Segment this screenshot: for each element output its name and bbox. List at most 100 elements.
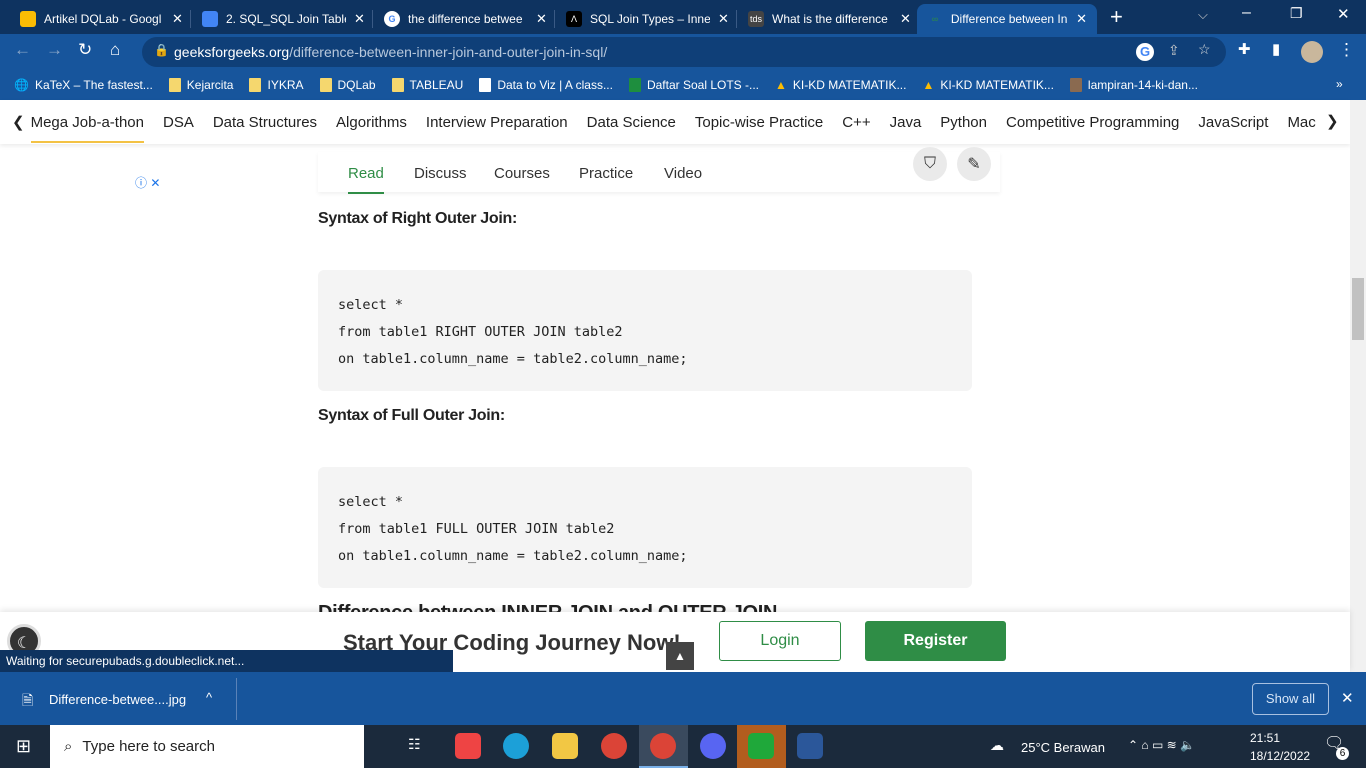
weather-icon: ☁ (990, 737, 1004, 753)
weather-text[interactable]: 25°C Berawan (1021, 740, 1105, 755)
side-panel-icon[interactable]: ▮ (1272, 40, 1280, 58)
nav-item[interactable]: Algorithms (336, 114, 407, 131)
bookmark-folder[interactable]: DQLab (319, 78, 376, 92)
bookmark[interactable]: Data to Viz | A class... (479, 78, 613, 92)
edge-icon[interactable] (503, 733, 529, 759)
bookmark[interactable]: Daftar Soal LOTS -... (628, 78, 759, 92)
tab-video[interactable]: Video (664, 165, 702, 182)
tray-icons[interactable]: ⌃ ⌂ ▭ ≋ 🔈 (1128, 738, 1195, 752)
sheets-icon (628, 78, 641, 92)
windows-start-icon[interactable]: ⊞ (16, 736, 31, 757)
tab[interactable]: Artikel DQLab - Googl ✕ (10, 4, 193, 34)
reload-icon[interactable]: ↻ (78, 40, 92, 60)
taskbar-search[interactable]: ⌕ Type here to search (50, 725, 364, 768)
tab-active[interactable]: ∞ Difference between In ✕ (917, 4, 1097, 34)
show-all-button[interactable]: Show all (1252, 683, 1329, 715)
tab-strip: Artikel DQLab - Googl ✕ 2. SQL_SQL Join T… (0, 0, 1366, 34)
close-download-bar-icon[interactable]: ✕ (1341, 689, 1354, 707)
menu-icon[interactable]: ⋮ (1338, 40, 1355, 60)
discord-icon[interactable] (700, 733, 726, 759)
clock-date[interactable]: 18/12/2022 (1250, 749, 1310, 763)
search-icon: ⌕ (64, 738, 73, 755)
bookmark-icon[interactable]: ⛉ (913, 147, 947, 181)
nav-item[interactable]: Java (890, 114, 922, 131)
scrollbar[interactable] (1350, 100, 1366, 672)
close-window-button[interactable]: ✕ (1337, 5, 1350, 23)
taskbar: ⊞ ⌕ Type here to search ☷ ☁ 25°C Berawan … (0, 725, 1366, 768)
close-tab-icon[interactable]: ✕ (718, 11, 729, 27)
tab[interactable]: 2. SQL_SQL Join Table_ ✕ (192, 4, 375, 34)
ad-info-icon[interactable]: ⓘ ✕ (135, 174, 160, 191)
download-file[interactable]: Difference-betwee....jpg (49, 692, 186, 707)
clock-time[interactable]: 21:51 (1250, 731, 1280, 745)
nav-item[interactable]: Interview Preparation (426, 114, 568, 131)
section-heading: Syntax of Right Outer Join: (318, 210, 518, 227)
google-lens-icon[interactable]: G (1136, 43, 1154, 61)
nav-item[interactable]: Topic-wise Practice (695, 114, 823, 131)
nav-item[interactable]: Mega Job-a-thon (30, 114, 144, 143)
chevron-up-icon[interactable]: ^ (206, 690, 212, 705)
app-active[interactable] (737, 725, 786, 768)
tab[interactable]: tds What is the difference ✕ (738, 4, 921, 34)
bookmark[interactable]: ▲ KI-KD MATEMATIK... (922, 78, 1053, 92)
tab-search-icon[interactable]: ⌵ (1198, 7, 1208, 23)
close-tab-icon[interactable]: ✕ (536, 11, 547, 27)
share-icon[interactable]: ⇪ (1168, 42, 1180, 59)
gfg-icon: ∞ (931, 14, 939, 24)
tab-read[interactable]: Read (348, 165, 384, 194)
close-tab-icon[interactable]: ✕ (354, 11, 365, 27)
lock-icon: 🔒 (154, 43, 169, 57)
google-drive-icon (20, 11, 36, 27)
register-button[interactable]: Register (865, 621, 1006, 661)
site-nav: ❮ Mega Job-a-thon DSA Data Structures Al… (0, 100, 1350, 144)
task-view-icon[interactable]: ☷ (408, 736, 421, 753)
nav-item[interactable]: Mac (1287, 114, 1315, 131)
back-icon[interactable]: ← (14, 40, 31, 60)
bookmark[interactable]: 🌐 KaTeX – The fastest... (14, 78, 153, 92)
scrollbar-thumb[interactable] (1352, 278, 1364, 340)
close-tab-icon[interactable]: ✕ (172, 11, 183, 27)
tab-discuss[interactable]: Discuss (414, 165, 467, 182)
edit-icon[interactable]: ✎ (957, 147, 991, 181)
scroll-top-button[interactable]: ▲ (666, 642, 694, 670)
site-icon: Λ (566, 11, 582, 27)
chrome-active[interactable] (639, 725, 688, 768)
tab-practice[interactable]: Practice (579, 165, 633, 182)
bookmark[interactable]: lampiran-14-ki-dan... (1069, 78, 1198, 92)
restore-button[interactable]: ❐ (1290, 5, 1303, 22)
address-bar[interactable]: 🔒 geeksforgeeks.org/difference-between-i… (142, 37, 1226, 67)
store-icon[interactable] (455, 733, 481, 759)
minimize-button[interactable]: – (1242, 4, 1251, 22)
home-icon[interactable]: ⌂ (110, 40, 120, 60)
more-bookmarks-icon[interactable]: » (1336, 77, 1343, 91)
extensions-icon[interactable]: ✚ (1238, 40, 1251, 58)
tab[interactable]: Gthe difference betwee ✕ (374, 4, 557, 34)
forward-icon[interactable]: → (46, 40, 63, 60)
nav-item[interactable]: JavaScript (1198, 114, 1268, 131)
login-button[interactable]: Login (719, 621, 841, 661)
bookmark-folder[interactable]: TABLEAU (391, 78, 463, 92)
nav-left-arrow[interactable]: ❮ (12, 113, 25, 131)
word-icon[interactable] (797, 733, 823, 759)
google-drive-icon: ▲ (922, 78, 935, 92)
nav-item[interactable]: DSA (163, 114, 194, 131)
close-tab-icon[interactable]: ✕ (1076, 11, 1087, 27)
bookmark-star-icon[interactable]: ☆ (1198, 41, 1211, 58)
file-icon: 🗎 (22, 692, 34, 708)
close-tab-icon[interactable]: ✕ (900, 11, 911, 27)
chrome-profile-icon[interactable] (601, 733, 627, 759)
tab-courses[interactable]: Courses (494, 165, 550, 182)
profile-avatar[interactable] (1301, 41, 1323, 63)
nav-item[interactable]: C++ (842, 114, 870, 131)
bookmark-folder[interactable]: Kejarcita (168, 78, 233, 92)
new-tab-button[interactable]: + (1110, 4, 1123, 30)
tab[interactable]: Λ SQL Join Types – Inne ✕ (556, 4, 739, 34)
nav-right-arrow[interactable]: ❯ (1322, 112, 1339, 130)
nav-item[interactable]: Data Structures (213, 114, 317, 131)
nav-item[interactable]: Python (940, 114, 987, 131)
nav-item[interactable]: Competitive Programming (1006, 114, 1179, 131)
nav-item[interactable]: Data Science (587, 114, 676, 131)
file-explorer-icon[interactable] (552, 733, 578, 759)
bookmark[interactable]: ▲ KI-KD MATEMATIK... (775, 78, 906, 92)
bookmark-folder[interactable]: IYKRA (249, 78, 304, 92)
